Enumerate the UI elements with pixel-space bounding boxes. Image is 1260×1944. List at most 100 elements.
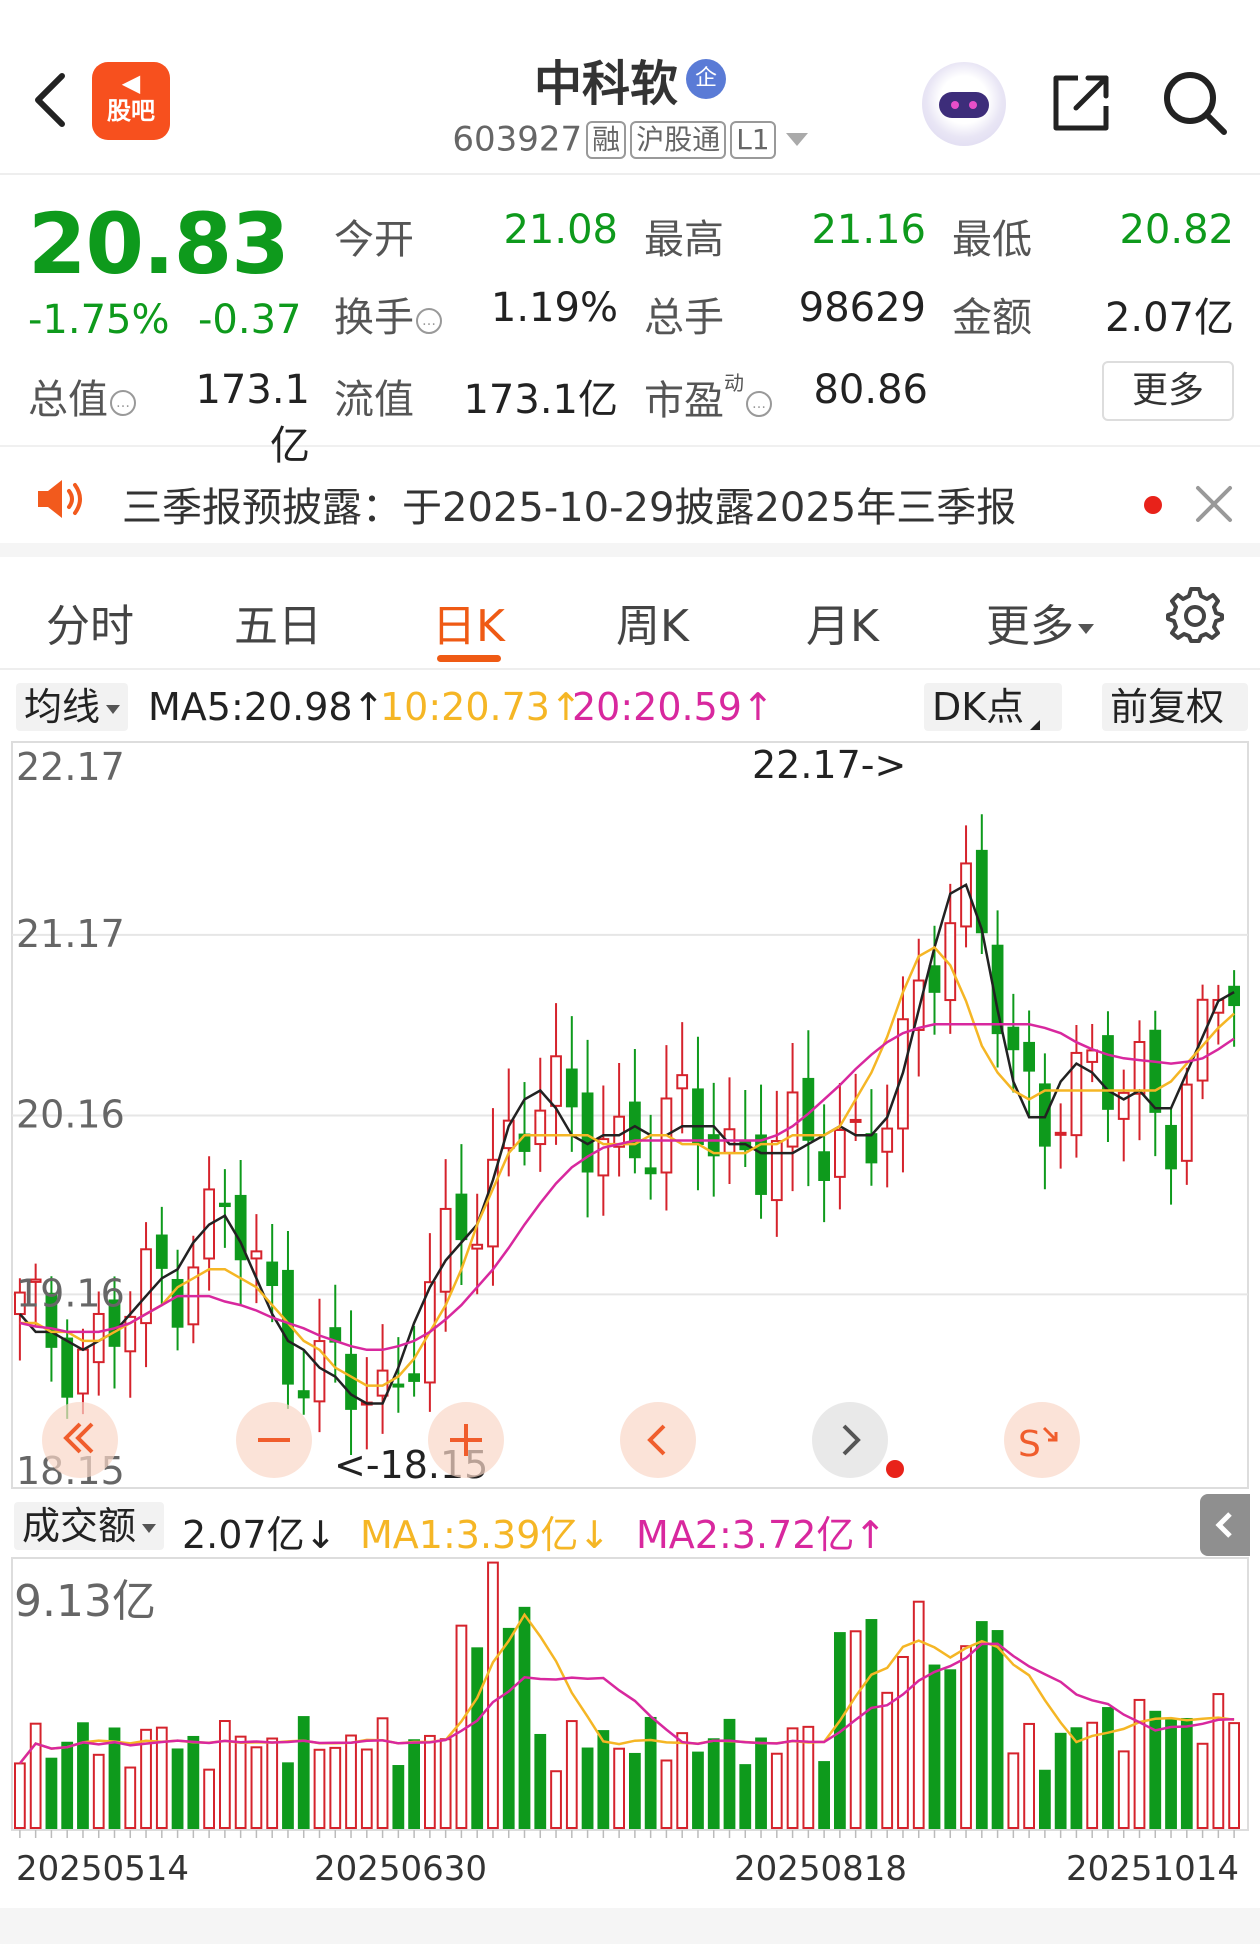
search-icon[interactable] — [1160, 68, 1230, 138]
candle-body — [960, 862, 972, 928]
volume-bar — [518, 1606, 531, 1829]
pe-value: 80.86 — [813, 367, 928, 413]
volume-bar — [502, 1627, 515, 1829]
volume-bar — [187, 1735, 200, 1829]
tab-monthly-k[interactable]: 月K — [806, 590, 879, 654]
info-icon: … — [416, 308, 442, 334]
candle-body — [1023, 1041, 1036, 1072]
turnover-label: 换手… — [334, 285, 442, 343]
price-axis-label: 19.16 — [16, 1271, 125, 1315]
candle-body — [833, 1128, 846, 1178]
gear-icon[interactable] — [1166, 587, 1224, 645]
candle-body — [613, 1115, 626, 1148]
candle-body — [770, 1140, 783, 1202]
volume-bar — [723, 1718, 736, 1830]
volume-bar — [944, 1669, 957, 1830]
stock-name: 中科软 — [533, 56, 678, 112]
indicator-select[interactable]: 均线 — [16, 683, 129, 731]
volume-bar — [77, 1722, 89, 1830]
volume-bar — [1133, 1698, 1146, 1829]
candle-body — [802, 1077, 815, 1141]
candle-body — [1007, 1026, 1020, 1051]
change-amount: -0.37 — [198, 297, 302, 343]
high-annotation: 22.17-> — [752, 743, 906, 787]
volume-bar — [581, 1747, 594, 1830]
speaker-icon — [38, 480, 82, 518]
candle-body — [1212, 998, 1225, 1014]
volume-indicator-select[interactable]: 成交额 — [14, 1502, 165, 1550]
volume-bar — [124, 1766, 137, 1830]
volume-bar — [345, 1734, 357, 1829]
collapse-panel-button[interactable] — [1200, 1494, 1250, 1556]
volume-bar — [644, 1716, 657, 1829]
candle-body — [29, 1278, 42, 1283]
volume-bar — [1149, 1710, 1162, 1829]
scroll-left-button[interactable] — [620, 1402, 696, 1478]
volume-bar — [1070, 1727, 1083, 1830]
close-icon[interactable] — [1192, 482, 1236, 526]
candle-body — [897, 1018, 909, 1130]
tab-intraday[interactable]: 分时 — [46, 590, 134, 654]
candle-body — [518, 1133, 531, 1152]
chevron-down-icon — [106, 705, 121, 714]
price-axis-label: 20.16 — [16, 1093, 125, 1137]
candle-body — [140, 1248, 152, 1325]
candle-body — [234, 1194, 247, 1261]
price-adjust-select[interactable]: 前复权 — [1102, 683, 1248, 731]
info-icon: … — [110, 390, 136, 416]
volume-bar — [13, 1762, 26, 1829]
volume-bar — [92, 1753, 105, 1830]
candle-body — [1165, 1124, 1177, 1170]
candle-body — [187, 1266, 200, 1326]
volume-bar — [282, 1762, 294, 1829]
candle-body — [45, 1292, 58, 1348]
candle-body — [1070, 1051, 1083, 1137]
amount-value: 2.07亿 — [1104, 295, 1234, 341]
candle-body — [692, 1088, 704, 1146]
zoom-in-button[interactable] — [428, 1402, 504, 1478]
scroll-right-button[interactable] — [812, 1402, 888, 1478]
tab-more[interactable]: 更多 — [986, 590, 1094, 654]
volume-bar — [960, 1645, 972, 1830]
volume-bar — [203, 1768, 216, 1830]
candle-body — [786, 1091, 799, 1148]
candle-body — [108, 1299, 121, 1347]
dk-point-select[interactable]: DK点 — [924, 683, 1062, 731]
volume-bar — [550, 1770, 562, 1829]
volume-bar — [975, 1621, 988, 1830]
ma10-readout: 10:20.73↑ — [380, 685, 582, 729]
zoom-out-button[interactable] — [236, 1402, 312, 1478]
bottom-strip — [0, 1908, 1260, 1944]
volume-bar — [597, 1730, 610, 1830]
tab-weekly-k[interactable]: 周K — [616, 590, 689, 654]
tab-daily-k[interactable]: 日K — [432, 590, 505, 654]
ma5-readout: MA5:20.98↑ — [148, 685, 385, 729]
announcement-banner[interactable]: 三季报预披露：于2025-10-29披露2025年三季报 — [0, 447, 1260, 557]
candle-body — [660, 1097, 673, 1174]
corner-caret-icon — [1030, 720, 1041, 730]
change-percent: -1.75% — [28, 297, 170, 343]
volume-bar — [881, 1691, 894, 1830]
volume-bar — [140, 1728, 152, 1830]
candle-body — [155, 1234, 168, 1269]
volume-ma1-line — [18, 1612, 1235, 1765]
ai-assistant-avatar[interactable] — [922, 62, 1006, 146]
volume-bar — [1212, 1693, 1225, 1829]
float-cap-label: 流值 — [334, 377, 414, 423]
quote-more-button[interactable]: 更多 — [1102, 361, 1234, 421]
info-icon: … — [746, 391, 772, 417]
open-value: 21.08 — [503, 207, 618, 253]
volume-bar — [1228, 1722, 1241, 1829]
x-axis-date-label: 20250630 — [314, 1849, 487, 1889]
volume-bar — [628, 1752, 641, 1829]
candle-body — [297, 1390, 310, 1399]
scroll-to-start-button[interactable] — [42, 1402, 118, 1478]
quote-panel: 20.83 -1.75% -0.37 今开 21.08 最高 21.16 最低 … — [0, 177, 1260, 469]
tab-five-day[interactable]: 五日 — [234, 590, 322, 654]
volume-bar — [376, 1717, 389, 1829]
share-icon[interactable] — [1048, 70, 1114, 136]
x-axis-date-label: 20250514 — [16, 1849, 189, 1889]
expand-chart-button[interactable]: S — [1004, 1402, 1080, 1478]
volume-value: 98629 — [798, 285, 926, 331]
price-axis-label: 21.17 — [16, 912, 125, 956]
